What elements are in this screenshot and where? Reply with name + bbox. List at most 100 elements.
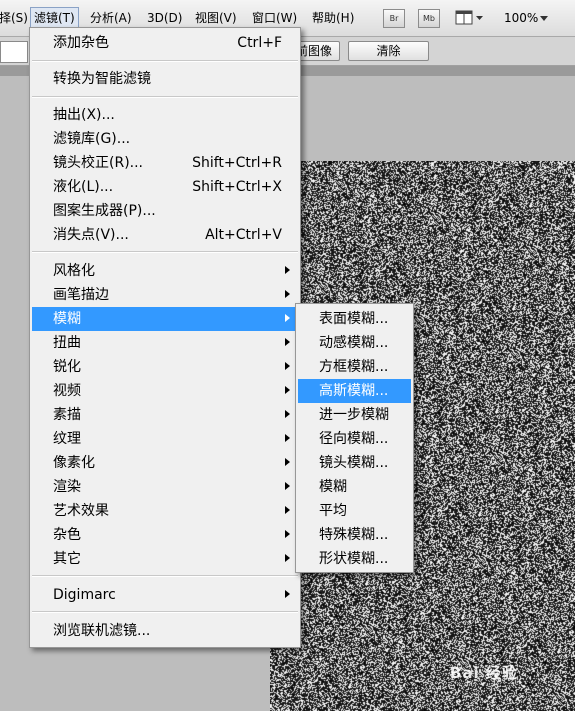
submenu-arrow-icon (285, 590, 290, 598)
menu-item-label: 视频 (53, 383, 81, 399)
filter-menu: 添加杂色 Ctrl+F 转换为智能滤镜 抽出(X)... 滤镜库(G)... 镜… (29, 27, 301, 648)
submenu-arrow-icon (285, 530, 290, 538)
menu-item-pixelate[interactable]: 像素化 (32, 451, 298, 475)
menu-item-blur[interactable]: 模糊 (298, 475, 411, 499)
zoom-dropdown-icon[interactable] (540, 16, 550, 22)
submenu-arrow-icon (285, 314, 290, 322)
menu-item-label: 转换为智能滤镜 (53, 71, 151, 87)
menu-item-label: 画笔描边 (53, 287, 109, 303)
menu-item-shortcut: Ctrl+F (237, 35, 282, 51)
menu-item-pattern-maker[interactable]: 图案生成器(P)... (32, 199, 298, 223)
menu-item-label: 形状模糊... (319, 551, 389, 567)
menu-item-brush-strokes[interactable]: 画笔描边 (32, 283, 298, 307)
menu-item-add-noise[interactable]: 添加杂色 Ctrl+F (32, 31, 298, 55)
menu-item-label: 镜头校正(R)... (53, 155, 144, 171)
menu-separator (32, 575, 298, 577)
menu-item-average[interactable]: 平均 (298, 499, 411, 523)
blur-submenu: 表面模糊... 动感模糊... 方框模糊... 高斯模糊... 进一步模糊 径向… (295, 303, 414, 573)
menu-item-label: 锐化 (53, 359, 81, 375)
menu-item-shortcut: Shift+Ctrl+R (192, 155, 282, 171)
menu-item-render[interactable]: 渲染 (32, 475, 298, 499)
menu-item-shape-blur[interactable]: 形状模糊... (298, 547, 411, 571)
menu-item-texture[interactable]: 纹理 (32, 427, 298, 451)
menu-3d[interactable]: 3D(D) (144, 8, 185, 28)
mini-bridge-button[interactable]: Mb (418, 9, 440, 28)
menu-item-label: 消失点(V)... (53, 227, 129, 243)
menu-item-noise[interactable]: 杂色 (32, 523, 298, 547)
menu-item-label: 镜头模糊... (319, 455, 389, 471)
menu-item-box-blur[interactable]: 方框模糊... (298, 355, 411, 379)
submenu-arrow-icon (285, 338, 290, 346)
menu-item-label: 像素化 (53, 455, 95, 471)
menu-filter[interactable]: 滤镜(T) (30, 7, 79, 29)
menu-window[interactable]: 窗口(W) (249, 8, 300, 28)
submenu-arrow-icon (285, 434, 290, 442)
submenu-arrow-icon (285, 458, 290, 466)
menu-help[interactable]: 帮助(H) (309, 8, 357, 28)
menu-separator (32, 60, 298, 62)
menu-item-label: 浏览联机滤镜... (53, 623, 151, 639)
menu-item-label: 纹理 (53, 431, 81, 447)
menu-view[interactable]: 视图(V) (192, 8, 240, 28)
menu-item-lens-blur[interactable]: 镜头模糊... (298, 451, 411, 475)
submenu-arrow-icon (285, 554, 290, 562)
menu-item-distort[interactable]: 扭曲 (32, 331, 298, 355)
menu-item-filter-gallery[interactable]: 滤镜库(G)... (32, 127, 298, 151)
menu-item-gaussian-blur[interactable]: 高斯模糊... (298, 379, 411, 403)
arrange-documents-icon[interactable] (455, 10, 485, 26)
menu-item-label: 扭曲 (53, 335, 81, 351)
menu-item-sketch[interactable]: 素描 (32, 403, 298, 427)
menu-item-stylize[interactable]: 风格化 (32, 259, 298, 283)
menu-item-other[interactable]: 其它 (32, 547, 298, 571)
menu-item-digimarc[interactable]: Digimarc (32, 583, 298, 607)
menu-item-radial-blur[interactable]: 径向模糊... (298, 427, 411, 451)
submenu-arrow-icon (285, 482, 290, 490)
menu-item-artistic[interactable]: 艺术效果 (32, 499, 298, 523)
menu-item-label: 动感模糊... (319, 335, 389, 351)
submenu-arrow-icon (285, 290, 290, 298)
submenu-arrow-icon (285, 266, 290, 274)
menu-item-label: 抽出(X)... (53, 107, 115, 123)
zoom-level[interactable]: 100% (504, 8, 538, 28)
options-field[interactable] (0, 41, 28, 63)
menu-item-label: Digimarc (53, 587, 116, 603)
menu-item-blur[interactable]: 模糊 (32, 307, 298, 331)
menu-item-label: 模糊 (319, 479, 347, 495)
menu-item-label: 素描 (53, 407, 81, 423)
menu-item-label: 杂色 (53, 527, 81, 543)
menu-analysis[interactable]: 分析(A) (87, 8, 135, 28)
menu-item-blur-more[interactable]: 进一步模糊 (298, 403, 411, 427)
menu-item-label: 其它 (53, 551, 81, 567)
menu-item-liquify[interactable]: 液化(L)... Shift+Ctrl+X (32, 175, 298, 199)
menu-item-video[interactable]: 视频 (32, 379, 298, 403)
menu-item-label: 径向模糊... (319, 431, 389, 447)
submenu-arrow-icon (285, 506, 290, 514)
menu-item-label: 滤镜库(G)... (53, 131, 131, 147)
menu-separator (32, 96, 298, 98)
menu-item-browse-filters-online[interactable]: 浏览联机滤镜... (32, 619, 298, 643)
watermark: Bai 经验 (450, 664, 518, 682)
menu-item-label: 平均 (319, 503, 347, 519)
menu-item-label: 风格化 (53, 263, 95, 279)
menu-item-label: 方框模糊... (319, 359, 389, 375)
menu-item-vanishing-point[interactable]: 消失点(V)... Alt+Ctrl+V (32, 223, 298, 247)
menu-item-extract[interactable]: 抽出(X)... (32, 103, 298, 127)
menu-item-label: 进一步模糊 (319, 407, 389, 423)
bridge-button[interactable]: Br (383, 9, 405, 28)
menu-item-convert-smart-filters[interactable]: 转换为智能滤镜 (32, 67, 298, 91)
menu-item-motion-blur[interactable]: 动感模糊... (298, 331, 411, 355)
menu-item-surface-blur[interactable]: 表面模糊... (298, 307, 411, 331)
menu-select[interactable]: 择(S) (0, 8, 31, 28)
menu-item-lens-correction[interactable]: 镜头校正(R)... Shift+Ctrl+R (32, 151, 298, 175)
submenu-arrow-icon (285, 410, 290, 418)
menu-item-label: 模糊 (53, 311, 81, 327)
menu-item-smart-blur[interactable]: 特殊模糊... (298, 523, 411, 547)
menu-item-sharpen[interactable]: 锐化 (32, 355, 298, 379)
clear-button[interactable]: 清除 (348, 41, 429, 61)
menu-item-label: 图案生成器(P)... (53, 203, 156, 219)
submenu-arrow-icon (285, 386, 290, 394)
menu-item-label: 添加杂色 (53, 35, 109, 51)
submenu-arrow-icon (285, 362, 290, 370)
menu-item-label: 液化(L)... (53, 179, 114, 195)
menu-item-label: 渲染 (53, 479, 81, 495)
